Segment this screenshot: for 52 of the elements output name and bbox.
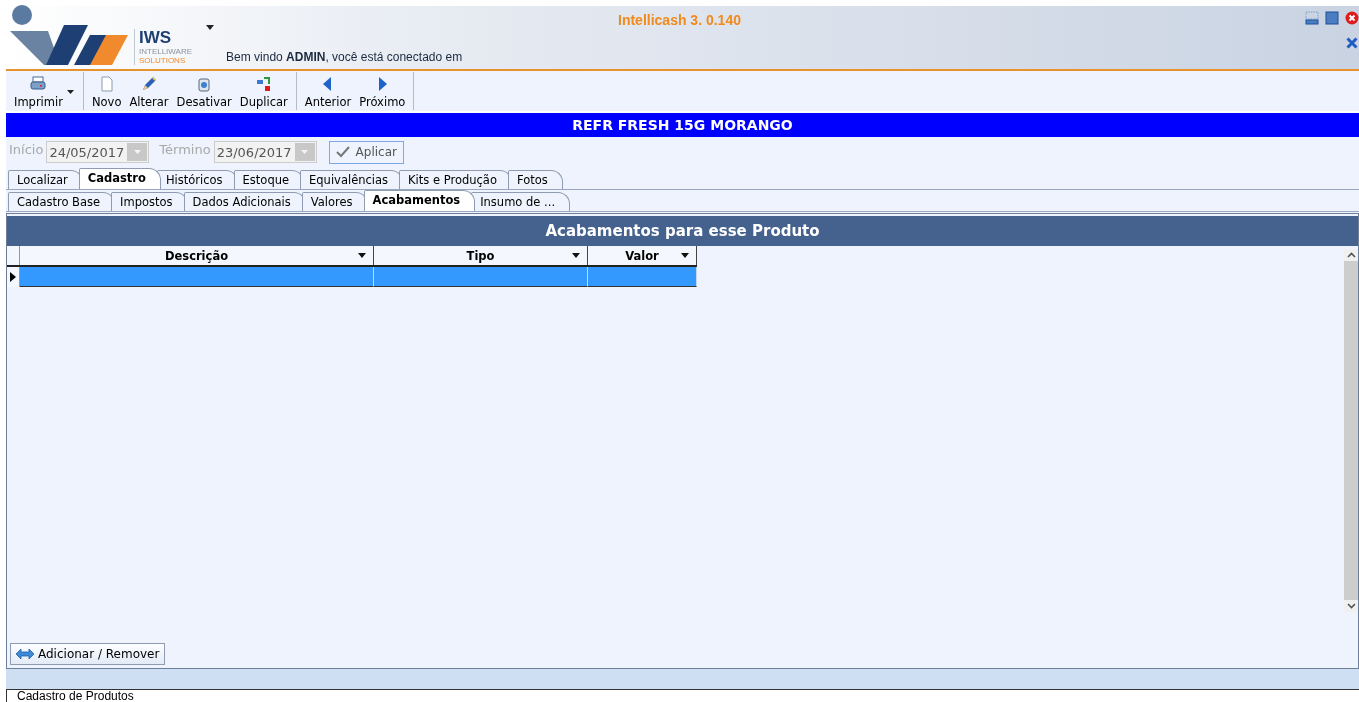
scroll-up-icon[interactable]: [1346, 252, 1356, 258]
tab[interactable]: Insumo de ...: [471, 192, 571, 211]
tab[interactable]: Cadastro: [78, 168, 161, 189]
logo-subtext: INTELLIWARE: [139, 47, 193, 56]
dropdown-caret-icon: [66, 90, 74, 94]
table-cell[interactable]: [20, 267, 374, 287]
check-icon: [335, 146, 350, 158]
pencil-icon: [141, 76, 157, 92]
close-icon[interactable]: [1346, 37, 1358, 49]
minimize-icon[interactable]: [1305, 11, 1319, 25]
logo-text: IWS: [139, 29, 173, 47]
toolbar-button[interactable]: Alterar: [125, 72, 173, 110]
welcome-text: Bem vindo ADMIN, você está conectado em: [225, 50, 463, 66]
dropdown-caret-icon: [301, 150, 309, 154]
table-cell[interactable]: [588, 267, 697, 287]
date-field: 23/06/2017: [213, 141, 317, 163]
column-header[interactable]: Tipo: [374, 246, 588, 265]
dropdown-caret-icon: [572, 253, 580, 258]
table-cell[interactable]: [374, 267, 588, 287]
current-row-icon: [10, 272, 16, 282]
toolbar-button[interactable]: Imprimir: [10, 72, 79, 110]
date-label: Término: [159, 142, 211, 157]
toolbar-button[interactable]: Anterior: [300, 72, 356, 110]
tab[interactable]: Fotos: [507, 170, 563, 189]
column-header[interactable]: Descrição: [20, 246, 374, 265]
dropdown-caret-icon: [133, 150, 141, 154]
blank-page-icon: [98, 76, 115, 92]
add-remove-button[interactable]: Adicionar / Remover: [10, 643, 166, 665]
toolbar-button[interactable]: Desativar: [172, 72, 236, 110]
product-title: REFR FRESH 15G MORANGO: [6, 113, 1359, 137]
tab[interactable]: Acabamentos: [363, 190, 476, 211]
date-field: 24/05/2017: [46, 141, 150, 163]
column-header[interactable]: Valor: [588, 246, 697, 265]
dropdown-caret-icon: [681, 253, 689, 258]
printer-icon: [30, 76, 47, 92]
toolbar-button[interactable]: Próximo: [355, 72, 410, 110]
apply-button[interactable]: Aplicar: [328, 140, 404, 164]
window-title: Intellicash 3. 0.140: [618, 12, 741, 28]
scroll-down-icon[interactable]: [1346, 603, 1356, 609]
vertical-scrollbar[interactable]: [1344, 249, 1358, 612]
dropdown-caret-icon: [358, 253, 366, 258]
logo-subtext: SOLUTIONS: [139, 56, 187, 65]
bin-icon: [196, 76, 213, 92]
date-label: Início: [9, 142, 44, 157]
toolbar-button[interactable]: Duplicar: [235, 72, 292, 110]
dropdown-caret-icon[interactable]: [206, 25, 215, 30]
close-icon[interactable]: [1345, 11, 1359, 25]
double-arrow-icon: [16, 649, 34, 659]
duplicate-icon: [255, 76, 272, 92]
row-indicator[interactable]: [7, 267, 20, 287]
toolbar-button[interactable]: Novo: [87, 72, 126, 110]
panel-title: Acabamentos para esse Produto: [7, 216, 1358, 246]
